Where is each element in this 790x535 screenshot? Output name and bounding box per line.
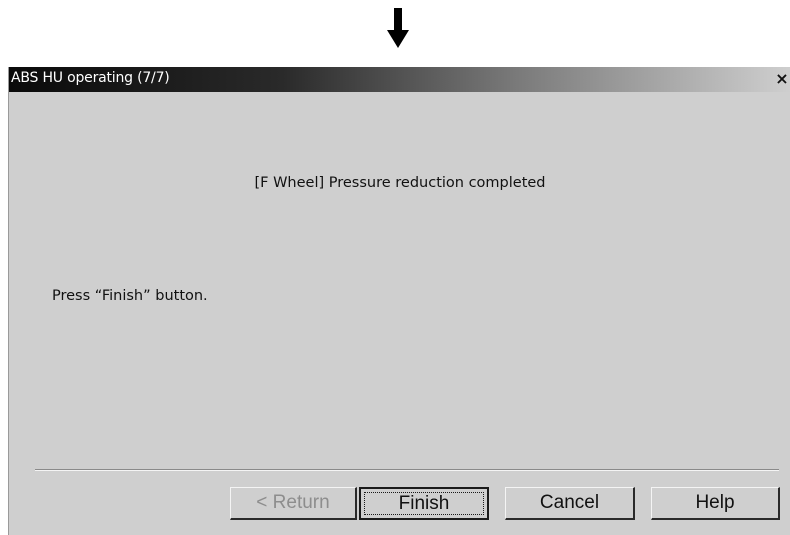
finish-button-label: Finish	[398, 493, 450, 514]
instruction-text: Press “Finish” button.	[52, 288, 208, 304]
close-icon[interactable]: ×	[775, 70, 789, 87]
separator-line	[35, 469, 779, 471]
return-button-label: < Return	[256, 492, 330, 513]
finish-button[interactable]: Finish	[359, 487, 489, 520]
help-button[interactable]: Help	[651, 487, 780, 520]
title-bar[interactable]: ABS HU operating (7/7) ×	[9, 67, 790, 92]
cancel-button-label: Cancel	[539, 492, 600, 513]
return-button[interactable]: < Return	[230, 487, 357, 520]
help-button-label: Help	[695, 492, 735, 513]
dialog-window: ABS HU operating (7/7) × [F Wheel] Press…	[8, 67, 790, 535]
cancel-button[interactable]: Cancel	[505, 487, 635, 520]
window-title: ABS HU operating (7/7)	[11, 70, 170, 86]
arrow-down-icon	[387, 8, 409, 48]
status-message: [F Wheel] Pressure reduction completed	[254, 175, 546, 191]
